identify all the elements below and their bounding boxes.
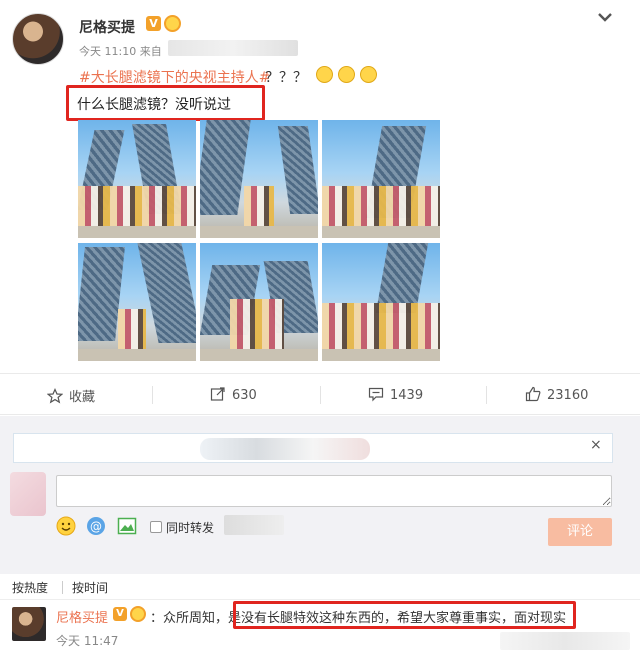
star-icon	[47, 388, 63, 404]
thumbs-up-icon	[525, 386, 541, 402]
comment-author-avatar[interactable]	[12, 607, 46, 641]
post-time: 今天 11:10 来自	[79, 45, 162, 58]
post-photo[interactable]	[78, 120, 196, 238]
image-icon[interactable]	[117, 516, 137, 536]
close-icon[interactable]: ×	[590, 437, 602, 453]
chevron-down-icon[interactable]	[596, 8, 614, 26]
author-avatar[interactable]	[12, 13, 64, 65]
post-photo[interactable]	[322, 243, 440, 361]
post-photo[interactable]	[200, 120, 318, 238]
crown-badge-icon	[164, 15, 181, 32]
blurred-comment-actions	[500, 632, 630, 650]
sort-by-hot[interactable]: 按热度	[12, 579, 48, 596]
forward-label: 同时转发	[166, 521, 215, 535]
comment-sort-bar: 按热度 按时间	[0, 575, 640, 600]
emoji-picker-icon[interactable]	[56, 516, 76, 536]
share-button[interactable]: 630	[210, 386, 257, 403]
emoji-icon	[316, 66, 333, 83]
crown-badge-icon	[130, 606, 146, 622]
comment-author-name[interactable]: 尼格买提	[56, 607, 108, 626]
post-photo[interactable]	[200, 243, 318, 361]
blurred-forward-target	[224, 515, 284, 535]
v-badge-icon: V	[113, 607, 127, 621]
post-caption: 什么长腿滤镜？没听说过	[77, 97, 231, 113]
blurred-notice	[200, 438, 370, 460]
topic-icon[interactable]: @	[86, 516, 106, 536]
comment-icon	[368, 387, 384, 402]
post-photo[interactable]	[78, 243, 196, 361]
comment-highlight	[233, 601, 576, 629]
divider	[62, 581, 63, 594]
comment-button[interactable]: 1439	[368, 386, 423, 403]
v-badge-icon: V	[146, 16, 161, 31]
forward-checkbox[interactable]	[150, 521, 162, 533]
blurred-source	[168, 40, 298, 56]
share-icon	[210, 387, 225, 401]
divider	[152, 386, 153, 404]
sort-by-time[interactable]: 按时间	[72, 579, 108, 596]
like-button[interactable]: 23160	[525, 386, 588, 403]
comment-count: 1439	[390, 388, 424, 403]
submit-comment-button[interactable]: 评论	[548, 518, 612, 546]
emoji-icon	[360, 66, 377, 83]
divider	[486, 386, 487, 404]
action-bar: 收藏 630 1439 23160	[0, 373, 640, 415]
favorite-label: 收藏	[69, 390, 96, 405]
like-count: 23160	[547, 388, 589, 403]
post-header: 尼格买提 V 今天 11:10 来自	[0, 0, 640, 70]
topic-hashtag[interactable]: #大长腿滤镜下的央视主持人#	[79, 67, 270, 87]
favorite-button[interactable]: 收藏	[47, 386, 95, 405]
share-count: 630	[232, 388, 257, 403]
comment-time: 今天 11:47	[56, 634, 119, 648]
emoji-icon	[338, 66, 355, 83]
divider	[320, 386, 321, 404]
svg-text:@: @	[90, 520, 102, 534]
user-avatar	[10, 472, 46, 516]
topic-suffix: ？？？	[265, 70, 307, 86]
comment-input[interactable]	[56, 475, 612, 507]
post-photo[interactable]	[322, 120, 440, 238]
author-name[interactable]: 尼格买提	[79, 17, 135, 37]
